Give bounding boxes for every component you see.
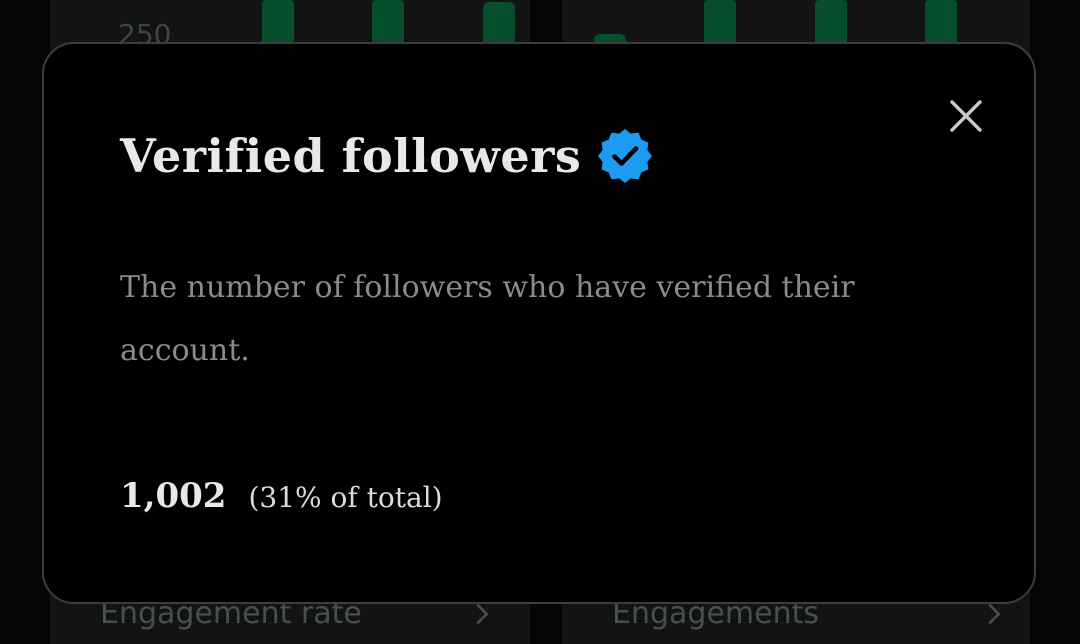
verified-followers-dialog: Verified followers The number of followe… bbox=[42, 42, 1036, 604]
verified-badge-icon bbox=[598, 129, 653, 183]
stat-value: 1,002 bbox=[120, 476, 227, 516]
chevron-right-icon bbox=[988, 603, 1001, 625]
badge-shape bbox=[598, 129, 653, 183]
chevron-right-icon bbox=[476, 603, 489, 625]
verified-followers-stat: 1,002 (31% of total) bbox=[120, 476, 443, 516]
chart-bar bbox=[372, 0, 404, 44]
chart-bar bbox=[262, 0, 294, 44]
close-icon[interactable] bbox=[944, 94, 988, 138]
stat-percentage-note: (31% of total) bbox=[248, 481, 443, 514]
chart-bar bbox=[483, 2, 515, 44]
chart-bar bbox=[704, 0, 736, 44]
dialog-description: The number of followers who have verifie… bbox=[120, 270, 855, 368]
dialog-title: Verified followers bbox=[120, 129, 582, 183]
chart-bar bbox=[815, 0, 847, 44]
dialog-header: Verified followers bbox=[120, 126, 655, 186]
chart-bar bbox=[925, 0, 957, 44]
